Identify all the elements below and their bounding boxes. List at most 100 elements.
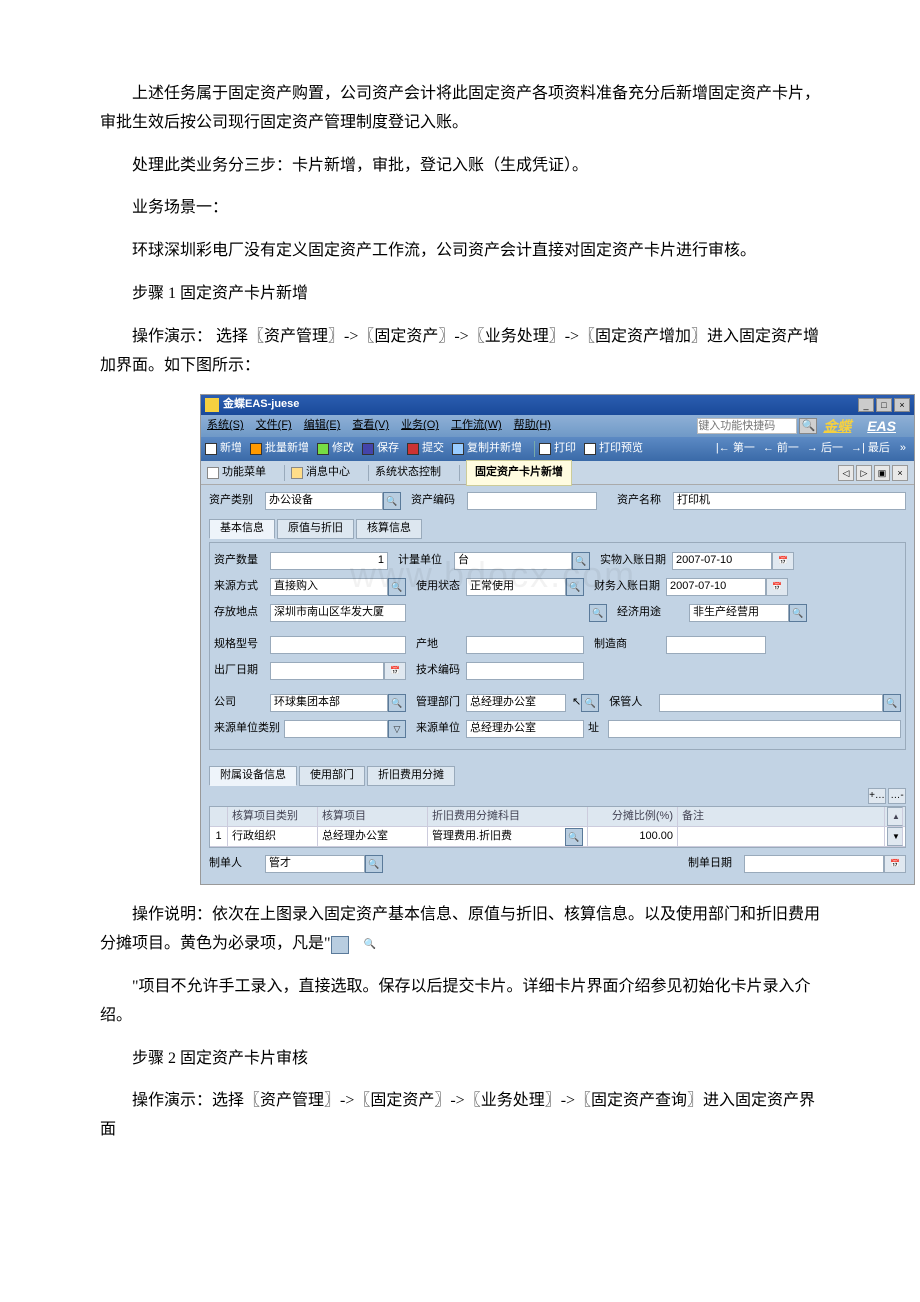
status-field[interactable]: 正常使用	[466, 578, 566, 596]
subtab-value[interactable]: 原值与折旧	[277, 519, 354, 539]
tab-sysstatus[interactable]: 系统状态控制	[375, 463, 441, 483]
scroll-down-icon[interactable]: ▼	[887, 827, 903, 846]
edit-button[interactable]: 修改	[317, 439, 354, 459]
close-icon[interactable]: ×	[894, 398, 910, 412]
cell-remark[interactable]	[678, 827, 885, 846]
lookup-icon[interactable]: 🔍	[789, 604, 807, 622]
release-field[interactable]	[270, 662, 384, 680]
vendor-unit-field[interactable]: 总经理办公室	[466, 720, 584, 738]
keeper-label: 保管人	[609, 693, 659, 713]
cell-ratio[interactable]: 100.00	[588, 827, 678, 846]
submit-button[interactable]: 提交	[407, 439, 444, 459]
creator-field[interactable]: 管才	[265, 855, 365, 873]
copy-new-button[interactable]: 复制并新增	[452, 439, 522, 459]
model-field[interactable]	[270, 636, 406, 654]
menu-file[interactable]: 文件(F)	[256, 416, 292, 436]
shortcut-input[interactable]	[697, 418, 797, 434]
maximize-icon[interactable]: □	[876, 398, 892, 412]
keeper-field[interactable]	[659, 694, 883, 712]
lookup-icon[interactable]: 🔍	[365, 855, 383, 873]
calendar-icon[interactable]: 📅	[384, 662, 406, 680]
asset-class-field[interactable]: 办公设备	[265, 492, 383, 510]
lowertab-attachment[interactable]: 附属设备信息	[209, 766, 297, 786]
lookup-icon[interactable]: 🔍	[581, 694, 599, 712]
lookup-icon[interactable]: 🔍	[565, 828, 583, 846]
cell-type[interactable]: 行政组织	[228, 827, 318, 846]
menu-edit[interactable]: 编辑(E)	[304, 416, 341, 436]
new-button[interactable]: 新增	[205, 439, 242, 459]
col-type[interactable]: 核算项目类别	[228, 807, 318, 826]
lookup-icon[interactable]: 🔍	[383, 492, 401, 510]
tech-label: 技术编码	[416, 661, 466, 681]
company-field[interactable]: 环球集团本部	[270, 694, 388, 712]
finance-date-field[interactable]: 2007-07-10	[666, 578, 766, 596]
minimize-icon[interactable]: _	[858, 398, 874, 412]
dropdown-icon[interactable]: ▽	[388, 720, 406, 738]
col-subject[interactable]: 折旧费用分摊科目	[428, 807, 588, 826]
asset-code-field[interactable]	[467, 492, 597, 510]
preview-button[interactable]: 打印预览	[584, 439, 643, 459]
calendar-icon[interactable]: 📅	[766, 578, 788, 596]
more-icon[interactable]: »	[900, 439, 906, 459]
calendar-icon[interactable]: 📅	[772, 552, 794, 570]
cell-item[interactable]: 总经理办公室	[318, 827, 428, 846]
asset-name-field[interactable]: 打印机	[673, 492, 906, 510]
app-icon	[205, 398, 219, 412]
lookup-icon[interactable]: 🔍	[388, 694, 406, 712]
col-remark[interactable]: 备注	[678, 807, 885, 826]
subtab-accounting[interactable]: 核算信息	[356, 519, 422, 539]
lookup-icon[interactable]: 🔍	[589, 604, 607, 622]
lowertab-usedept[interactable]: 使用部门	[299, 766, 365, 786]
new-window-icon[interactable]: ▣	[874, 465, 890, 481]
col-ratio[interactable]: 分摊比例(%)	[588, 807, 678, 826]
paragraph: 环球深圳彩电厂没有定义固定资产工作流，公司资产会计直接对固定资产卡片进行审核。	[100, 237, 820, 266]
menu-system[interactable]: 系统(S)	[207, 416, 244, 436]
nav-prev[interactable]: ← 前一	[763, 439, 799, 459]
physical-date-field[interactable]: 2007-07-10	[672, 552, 772, 570]
remove-row-icon[interactable]: …-	[888, 788, 906, 804]
search-icon[interactable]: 🔍	[799, 418, 817, 434]
save-button[interactable]: 保存	[362, 439, 399, 459]
lookup-icon[interactable]: 🔍	[388, 578, 406, 596]
tab-message[interactable]: 消息中心	[291, 463, 350, 483]
nav-next[interactable]: → 后一	[807, 439, 843, 459]
dept-field[interactable]: 总经理办公室	[466, 694, 566, 712]
origin-field[interactable]	[466, 636, 584, 654]
lookup-icon[interactable]: 🔍	[883, 694, 901, 712]
nav-first[interactable]: |← 第一	[716, 439, 755, 459]
source-field[interactable]: 直接购入	[270, 578, 388, 596]
lookup-icon[interactable]: 🔍	[566, 578, 584, 596]
scroll-up-icon[interactable]: ▲	[887, 807, 903, 826]
create-date-field[interactable]	[744, 855, 884, 873]
addr-field[interactable]	[608, 720, 901, 738]
vendor-field[interactable]	[666, 636, 766, 654]
add-row-icon[interactable]: +…	[868, 788, 886, 804]
nav-last[interactable]: →| 最后	[851, 439, 890, 459]
menu-help[interactable]: 帮助(H)	[514, 416, 551, 436]
menu-workflow[interactable]: 工作流(W)	[451, 416, 502, 436]
tab-function-menu[interactable]: 功能菜单	[207, 463, 266, 483]
usage-field[interactable]: 非生产经营用	[689, 604, 789, 622]
calendar-icon[interactable]: 📅	[884, 855, 906, 873]
menu-view[interactable]: 查看(V)	[352, 416, 389, 436]
cell-subject[interactable]: 管理费用.折旧费🔍	[428, 827, 588, 846]
edit-icon	[317, 443, 329, 455]
vendor-type-field[interactable]	[284, 720, 388, 738]
tab-active-cardnew[interactable]: 固定资产卡片新增	[466, 460, 572, 486]
print-button[interactable]: 打印	[539, 439, 576, 459]
uom-label: 计量单位	[398, 551, 454, 571]
menu-business[interactable]: 业务(O)	[401, 416, 439, 436]
qty-field[interactable]: 1	[270, 552, 388, 570]
lookup-icon[interactable]: 🔍	[572, 552, 590, 570]
uom-field[interactable]: 台	[454, 552, 572, 570]
loc-field[interactable]: 深圳市南山区华发大厦	[270, 604, 406, 622]
nav-left-icon[interactable]: ◁	[838, 465, 854, 481]
close-tab-icon[interactable]: ×	[892, 465, 908, 481]
nav-right-icon[interactable]: ▷	[856, 465, 872, 481]
tech-field[interactable]	[466, 662, 584, 680]
col-item[interactable]: 核算项目	[318, 807, 428, 826]
lowertab-depr[interactable]: 折旧费用分摊	[367, 766, 455, 786]
subtab-basic[interactable]: 基本信息	[209, 519, 275, 539]
table-row[interactable]: 1 行政组织 总经理办公室 管理费用.折旧费🔍 100.00 ▼	[210, 827, 905, 847]
batch-new-button[interactable]: 批量新增	[250, 439, 309, 459]
